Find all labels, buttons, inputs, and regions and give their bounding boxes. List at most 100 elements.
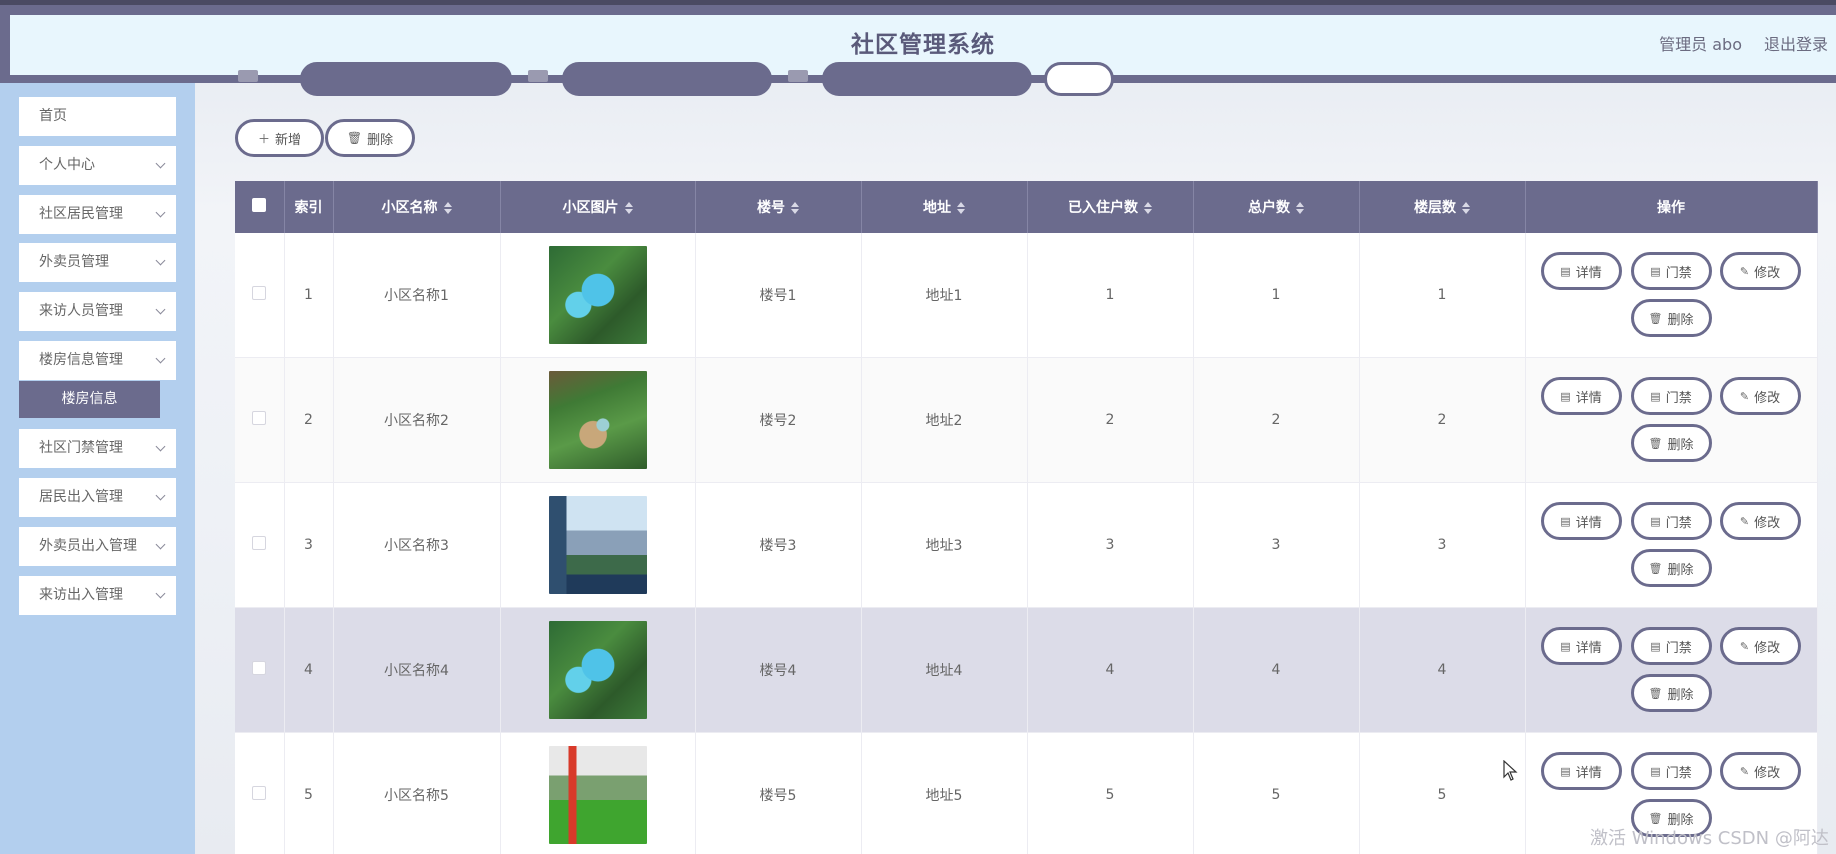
- detail-button[interactable]: ▤ 详情: [1540, 377, 1622, 415]
- sidebar-item-profile[interactable]: 个人中心: [19, 146, 176, 185]
- cell-occupied: 3: [1027, 482, 1194, 608]
- select-all-checkbox[interactable]: [252, 198, 267, 212]
- sidebar-subitem-building-info[interactable]: 楼房信息: [19, 381, 160, 418]
- sort-icon[interactable]: [791, 202, 799, 214]
- col-header[interactable]: 楼层数: [1359, 181, 1526, 233]
- community-image[interactable]: [548, 746, 647, 844]
- table-header: 索引 小区名称 小区图片 楼号 地址 已入住户数 总户数 楼层数 操作: [235, 181, 1818, 233]
- row-checkbox[interactable]: [252, 286, 267, 300]
- detail-button[interactable]: ▤ 详情: [1540, 252, 1622, 290]
- add-button[interactable]: ＋ 新增: [235, 119, 324, 157]
- sort-icon[interactable]: [957, 202, 965, 214]
- edit-button[interactable]: ✎ 修改: [1719, 252, 1801, 290]
- edit-button[interactable]: ✎ 修改: [1719, 752, 1801, 790]
- community-image[interactable]: [548, 496, 647, 594]
- search-input-building[interactable]: [562, 62, 772, 96]
- trash-icon: 🗑: [1648, 686, 1663, 700]
- search-input-name[interactable]: [300, 62, 512, 96]
- edit-label: 修改: [1754, 515, 1781, 531]
- access-button[interactable]: ▤ 门禁: [1630, 502, 1712, 540]
- col-header[interactable]: 已入住户数: [1027, 181, 1194, 233]
- col-header-label: 总户数: [1248, 200, 1290, 216]
- edit-button[interactable]: ✎ 修改: [1719, 377, 1801, 415]
- sidebar-item-buildings[interactable]: 楼房信息管理: [19, 341, 176, 380]
- detail-label: 详情: [1575, 265, 1602, 281]
- sidebar-item-access-control[interactable]: 社区门禁管理: [19, 429, 176, 468]
- row-select-cell[interactable]: [235, 732, 285, 854]
- pencil-icon: ✎: [1739, 639, 1750, 653]
- cell-floors: 1: [1359, 233, 1526, 358]
- row-select-cell[interactable]: [235, 482, 285, 608]
- community-image[interactable]: [548, 621, 647, 719]
- row-checkbox[interactable]: [252, 661, 267, 675]
- row-checkbox[interactable]: [252, 536, 267, 550]
- sort-icon[interactable]: [1144, 202, 1152, 214]
- access-button[interactable]: ▤ 门禁: [1630, 752, 1712, 790]
- bulk-delete-label: 删除: [367, 132, 394, 148]
- table-row[interactable]: 4 小区名称4 楼号4 地址4 4 4 4 ▤ 详情 ▤ 门禁 ✎ 修改 🗑 删除: [235, 607, 1818, 733]
- sidebar-item-label: 楼房信息管理: [39, 352, 123, 368]
- row-checkbox[interactable]: [252, 411, 267, 425]
- select-all-cell[interactable]: [235, 181, 285, 233]
- community-image[interactable]: [548, 371, 647, 469]
- table-row[interactable]: 5 小区名称5 楼号5 地址5 5 5 5 ▤ 详情 ▤ 门禁 ✎ 修改 🗑 删除: [235, 732, 1818, 854]
- edit-button[interactable]: ✎ 修改: [1719, 502, 1801, 540]
- document-icon: ▤: [1650, 764, 1661, 778]
- chevron-down-icon: [155, 255, 166, 266]
- sort-icon[interactable]: [1462, 202, 1470, 214]
- sort-icon[interactable]: [1296, 202, 1304, 214]
- row-select-cell[interactable]: [235, 357, 285, 483]
- row-checkbox[interactable]: [252, 786, 267, 800]
- row-select-cell[interactable]: [235, 607, 285, 733]
- chevron-down-icon: [155, 588, 166, 599]
- cell-floors: 3: [1359, 482, 1526, 608]
- trash-icon: 🗑: [1648, 311, 1663, 325]
- col-header[interactable]: 小区名称: [333, 181, 501, 233]
- detail-button[interactable]: ▤ 详情: [1540, 627, 1622, 665]
- sidebar-item-visitors[interactable]: 来访人员管理: [19, 292, 176, 331]
- col-header-label: 地址: [923, 200, 951, 216]
- delete-button[interactable]: 🗑 删除: [1630, 299, 1712, 337]
- sidebar-item-resident-entry[interactable]: 居民出入管理: [19, 478, 176, 517]
- access-button[interactable]: ▤ 门禁: [1630, 627, 1712, 665]
- edit-button[interactable]: ✎ 修改: [1719, 627, 1801, 665]
- search-button[interactable]: [1044, 62, 1114, 96]
- search-label: [238, 70, 258, 82]
- table-row[interactable]: 2 小区名称2 楼号2 地址2 2 2 2 ▤ 详情 ▤ 门禁 ✎ 修改 🗑 删除: [235, 357, 1818, 483]
- col-header[interactable]: 总户数: [1193, 181, 1360, 233]
- table-row[interactable]: 1 小区名称1 楼号1 地址1 1 1 1 ▤ 详情 ▤ 门禁 ✎ 修改 🗑 删除: [235, 233, 1818, 358]
- access-button[interactable]: ▤ 门禁: [1630, 252, 1712, 290]
- sidebar-item-label: 社区门禁管理: [39, 440, 123, 456]
- col-header-label: 索引: [294, 200, 323, 216]
- col-header[interactable]: 小区图片: [500, 181, 696, 233]
- sidebar-item-residents[interactable]: 社区居民管理: [19, 195, 176, 234]
- cell-address: 地址4: [861, 607, 1028, 733]
- chevron-down-icon: [155, 353, 166, 364]
- search-input-address[interactable]: [822, 62, 1032, 96]
- col-header[interactable]: 地址: [861, 181, 1028, 233]
- sidebar-item-courier-entry[interactable]: 外卖员出入管理: [19, 527, 176, 566]
- row-select-cell[interactable]: [235, 233, 285, 358]
- document-icon: ▤: [1650, 514, 1661, 528]
- sidebar-item-home[interactable]: 首页: [19, 97, 176, 136]
- detail-button[interactable]: ▤ 详情: [1540, 502, 1622, 540]
- delete-button[interactable]: 🗑 删除: [1630, 424, 1712, 462]
- col-header[interactable]: 楼号: [695, 181, 862, 233]
- cell-name: 小区名称5: [333, 732, 501, 854]
- edit-label: 修改: [1754, 390, 1781, 406]
- access-button[interactable]: ▤ 门禁: [1630, 377, 1712, 415]
- cell-total: 5: [1193, 732, 1360, 854]
- logout-link[interactable]: 退出登录: [1764, 15, 1828, 75]
- sidebar-item-visitor-entry[interactable]: 来访出入管理: [19, 576, 176, 615]
- sort-icon[interactable]: [624, 202, 633, 214]
- table-row[interactable]: 3 小区名称3 楼号3 地址3 3 3 3 ▤ 详情 ▤ 门禁 ✎ 修改 🗑 删除: [235, 482, 1818, 608]
- col-header-label: 小区图片: [562, 200, 619, 216]
- bulk-delete-button[interactable]: 🗑 删除: [325, 119, 415, 157]
- delete-button[interactable]: 🗑 删除: [1630, 549, 1712, 587]
- community-image[interactable]: [548, 246, 647, 344]
- detail-button[interactable]: ▤ 详情: [1540, 752, 1622, 790]
- sidebar-item-couriers[interactable]: 外卖员管理: [19, 243, 176, 282]
- delete-button[interactable]: 🗑 删除: [1630, 674, 1712, 712]
- sort-icon[interactable]: [443, 202, 452, 214]
- cell-index: 4: [284, 607, 334, 733]
